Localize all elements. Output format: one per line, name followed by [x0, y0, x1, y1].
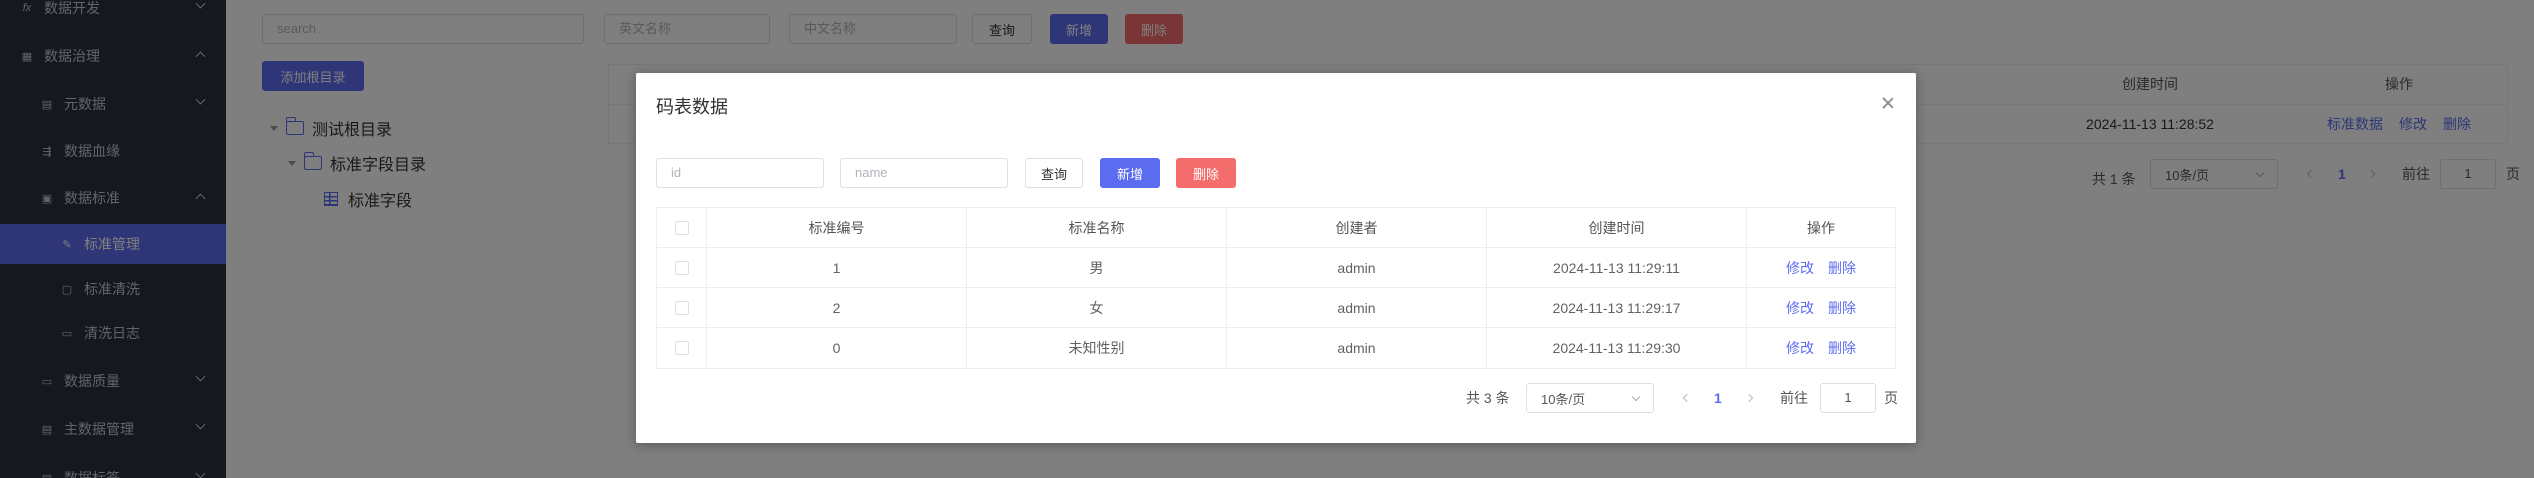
edit-link[interactable]: 修改	[1786, 258, 1814, 278]
name-input[interactable]: name	[840, 158, 1008, 188]
header-created-time: 创建时间	[1487, 208, 1747, 247]
cell-created-time: 2024-11-13 11:29:11	[1487, 248, 1747, 287]
cell-name: 女	[967, 288, 1227, 327]
code-table: 标准编号 标准名称 创建者 创建时间 操作 1 男 admin 2024-11-…	[656, 207, 1896, 369]
dialog-page-size-select[interactable]: 10条/页	[1526, 383, 1654, 413]
cell-code: 1	[707, 248, 967, 287]
dialog-title: 码表数据	[656, 97, 728, 117]
next-page-icon[interactable]	[1744, 393, 1754, 403]
delete-link[interactable]: 删除	[1828, 338, 1856, 358]
cell-code: 0	[707, 328, 967, 367]
cell-creator: admin	[1227, 248, 1487, 287]
code-table-dialog: 码表数据 id name 查询 新增 删除 标准编号 标准名称 创建者 创建时间…	[636, 73, 1916, 443]
cell-created-time: 2024-11-13 11:29:17	[1487, 288, 1747, 327]
page-size-value: 10条/页	[1541, 391, 1586, 407]
row-select-cell	[657, 328, 707, 367]
cell-actions: 修改 删除	[1747, 248, 1895, 287]
dialog-pager-total: 共 3 条	[1466, 390, 1510, 406]
header-name: 标准名称	[967, 208, 1227, 247]
row-checkbox[interactable]	[674, 340, 689, 355]
select-all-cell	[657, 208, 707, 247]
table-row: 2 女 admin 2024-11-13 11:29:17 修改 删除	[657, 288, 1895, 328]
row-checkbox[interactable]	[674, 300, 689, 315]
table-row: 0 未知性别 admin 2024-11-13 11:29:30 修改 删除	[657, 328, 1895, 368]
cell-actions: 修改 删除	[1747, 328, 1895, 367]
row-checkbox[interactable]	[674, 260, 689, 275]
dialog-goto-label: 前往	[1780, 390, 1808, 406]
prev-page-icon[interactable]	[1682, 393, 1692, 403]
row-select-cell	[657, 288, 707, 327]
cell-name: 未知性别	[967, 328, 1227, 367]
delete-link[interactable]: 删除	[1828, 298, 1856, 318]
delete-link[interactable]: 删除	[1828, 258, 1856, 278]
header-creator: 创建者	[1227, 208, 1487, 247]
table-row: 1 男 admin 2024-11-13 11:29:11 修改 删除	[657, 248, 1895, 288]
row-select-cell	[657, 248, 707, 287]
cell-actions: 修改 删除	[1747, 288, 1895, 327]
dialog-current-page[interactable]: 1	[1714, 383, 1722, 413]
chevron-down-icon	[1631, 392, 1641, 402]
edit-link[interactable]: 修改	[1786, 298, 1814, 318]
dialog-delete-button[interactable]: 删除	[1176, 158, 1236, 188]
dialog-add-button[interactable]: 新增	[1100, 158, 1160, 188]
dialog-goto-input[interactable]: 1	[1820, 383, 1876, 413]
id-input[interactable]: id	[656, 158, 824, 188]
header-code: 标准编号	[707, 208, 967, 247]
close-icon[interactable]	[1880, 95, 1896, 111]
edit-link[interactable]: 修改	[1786, 338, 1814, 358]
cell-name: 男	[967, 248, 1227, 287]
dialog-query-button[interactable]: 查询	[1025, 158, 1083, 188]
cell-code: 2	[707, 288, 967, 327]
dialog-page-unit: 页	[1884, 390, 1898, 406]
select-all-checkbox[interactable]	[674, 220, 689, 235]
table-header-row: 标准编号 标准名称 创建者 创建时间 操作	[657, 208, 1895, 248]
cell-creator: admin	[1227, 328, 1487, 367]
header-actions: 操作	[1807, 219, 1835, 236]
cell-creator: admin	[1227, 288, 1487, 327]
cell-created-time: 2024-11-13 11:29:30	[1487, 328, 1747, 367]
